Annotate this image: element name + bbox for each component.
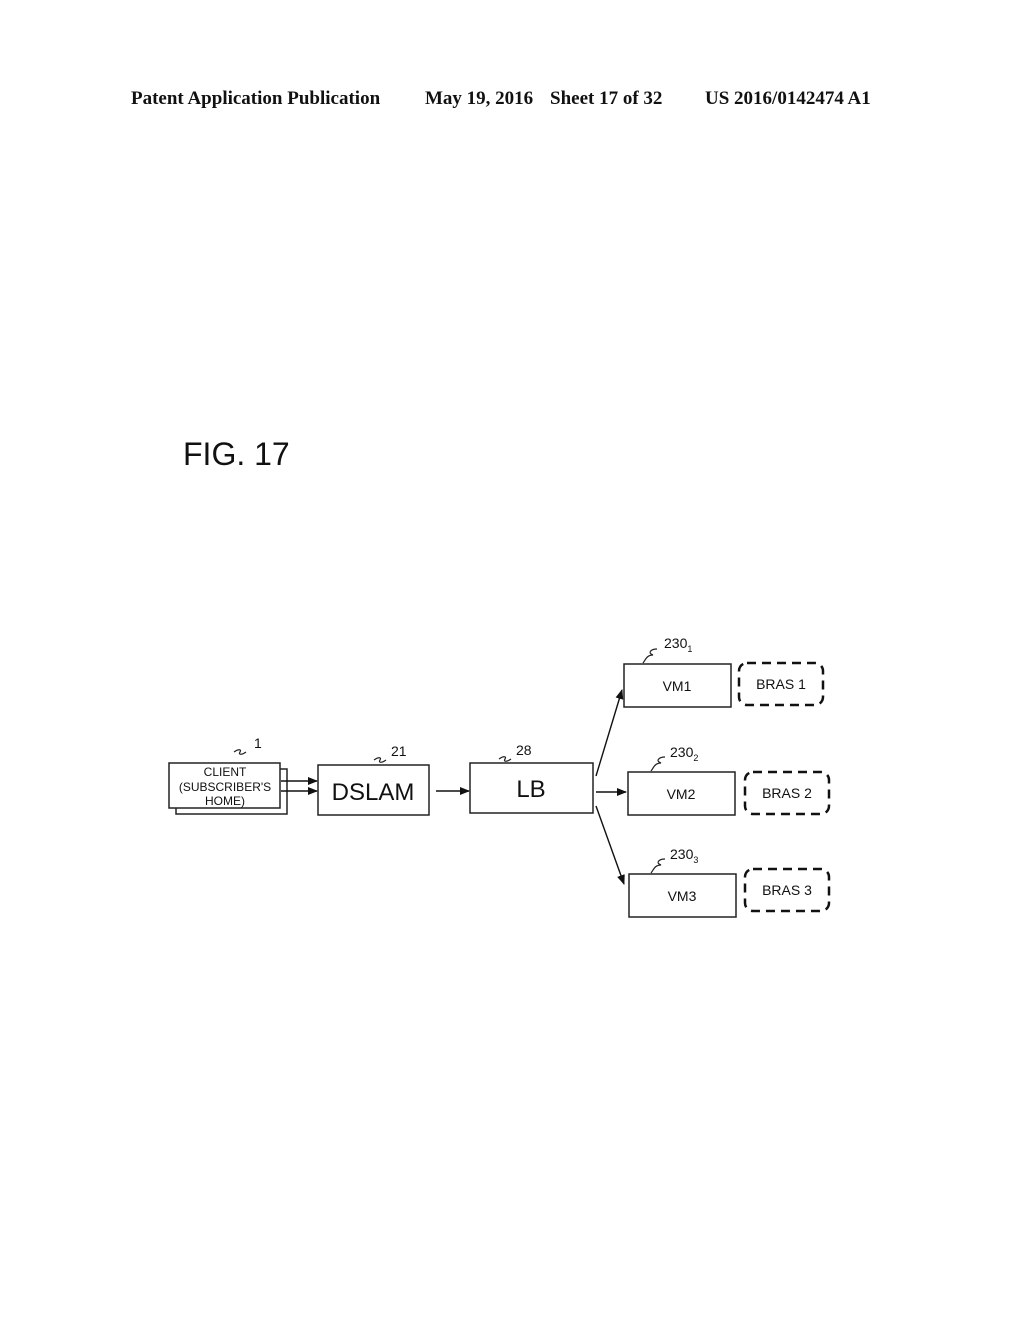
vm3-label: VM3 [668, 888, 697, 904]
dslam-ref-leader [373, 757, 387, 763]
client-node: CLIENT (SUBSCRIBER'S HOME) 1 [168, 735, 288, 815]
vm3-ref-leader [650, 858, 666, 874]
vm2-ref-leader [650, 756, 666, 772]
dslam-ref: 21 [391, 743, 407, 759]
vm1-ref: 2301 [664, 635, 692, 654]
network-diagram: CLIENT (SUBSCRIBER'S HOME) 1 DSLAM 21 LB… [168, 635, 831, 918]
bras1-label: BRAS 1 [756, 676, 806, 692]
vm1-node: VM1 2301 BRAS 1 [623, 635, 825, 708]
lb-node: LB 28 [469, 742, 594, 814]
lb-to-vm3-arrow [595, 805, 625, 885]
client-ref-leader [233, 749, 247, 755]
client-ref: 1 [254, 735, 262, 751]
client-label-line3: HOME) [205, 794, 245, 808]
lb-ref: 28 [516, 742, 532, 758]
vm2-label: VM2 [667, 786, 696, 802]
vm1-ref-leader [642, 648, 658, 664]
dslam-node: DSLAM 21 [317, 743, 430, 816]
lb-label: LB [516, 776, 545, 803]
vm2-node: VM2 2302 BRAS 2 [627, 744, 831, 816]
client-label-line2: (SUBSCRIBER'S [179, 780, 271, 794]
vm3-ref: 2303 [670, 846, 698, 865]
client-label-line1: CLIENT [204, 765, 247, 779]
bras2-label: BRAS 2 [762, 785, 812, 801]
vm2-ref: 2302 [670, 744, 698, 763]
bras3-label: BRAS 3 [762, 882, 812, 898]
lb-ref-leader [498, 756, 512, 762]
vm1-label: VM1 [663, 678, 692, 694]
dslam-label: DSLAM [332, 779, 415, 806]
vm3-node: VM3 2303 BRAS 3 [628, 846, 831, 918]
lb-to-vm1-arrow [595, 689, 624, 777]
